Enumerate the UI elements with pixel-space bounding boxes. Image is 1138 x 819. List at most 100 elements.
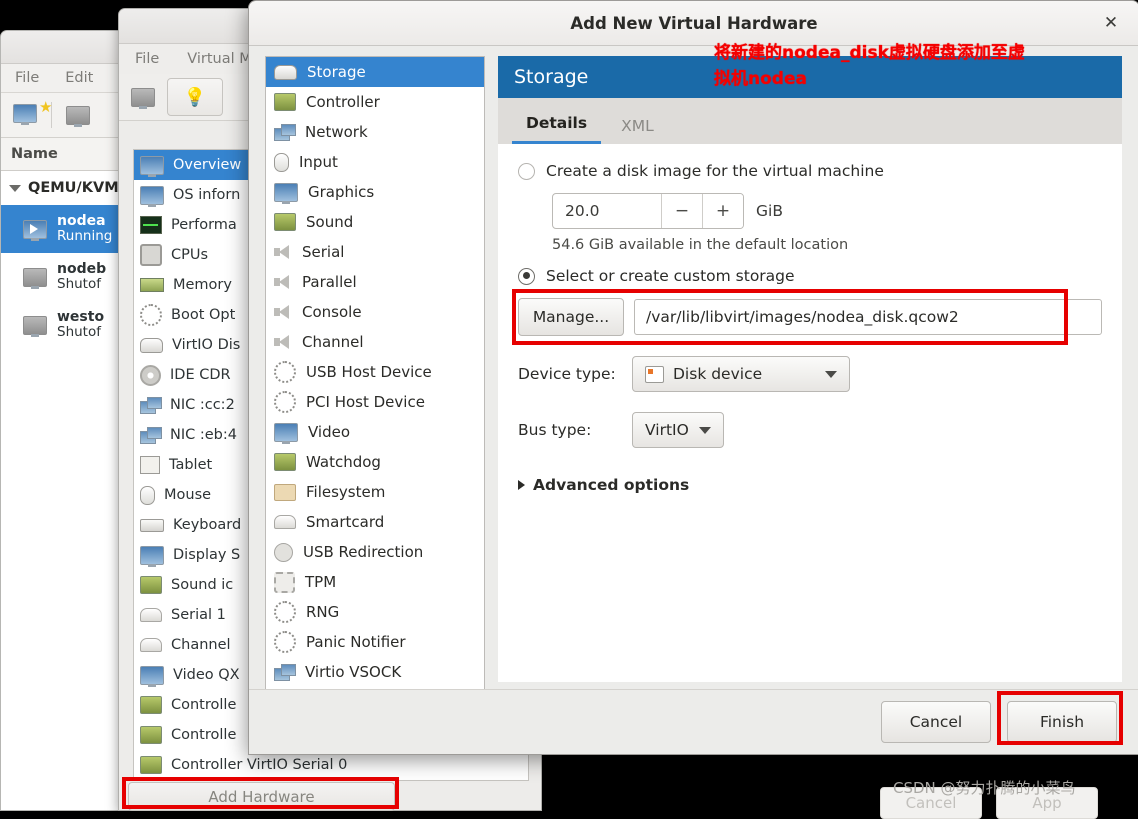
hw-label: Controlle bbox=[171, 697, 237, 713]
smartcard-icon bbox=[274, 515, 296, 529]
overview-icon bbox=[140, 155, 164, 177]
hw-item-label: Channel bbox=[302, 333, 364, 351]
close-icon[interactable]: ✕ bbox=[1101, 13, 1121, 33]
hw-item-smartcard[interactable]: Smartcard bbox=[266, 507, 484, 537]
hw-item-label: Filesystem bbox=[306, 483, 386, 501]
hw-item-watchdog[interactable]: Watchdog bbox=[266, 447, 484, 477]
panic-notifier-icon bbox=[274, 631, 296, 653]
storage-path-row: Manage... /var/lib/libvirt/images/nodea_… bbox=[518, 298, 1102, 336]
show-details-button[interactable]: 💡 bbox=[167, 78, 223, 116]
vm-state: Shutof bbox=[57, 276, 101, 293]
chevron-right-icon bbox=[518, 480, 525, 490]
hw-item-parallel[interactable]: Parallel bbox=[266, 267, 484, 297]
hw-item-storage[interactable]: Storage bbox=[266, 57, 484, 87]
hw-label: Controller VirtIO Serial 0 bbox=[171, 757, 348, 773]
custom-storage-radio-row[interactable]: Select or create custom storage bbox=[518, 267, 1102, 285]
menu-file[interactable]: File bbox=[15, 70, 39, 86]
hw-item-graphics[interactable]: Graphics bbox=[266, 177, 484, 207]
finish-button[interactable]: Finish bbox=[1007, 701, 1117, 743]
hw-label: Display S bbox=[173, 547, 241, 563]
memory-icon bbox=[140, 278, 164, 292]
hardware-type-list[interactable]: Storage Controller Network Input Graphic… bbox=[265, 56, 485, 690]
hw-item-panic-notifier[interactable]: Panic Notifier bbox=[266, 627, 484, 657]
hw-item-input[interactable]: Input bbox=[266, 147, 484, 177]
hw-item-network[interactable]: Network bbox=[266, 117, 484, 147]
storage-path-input[interactable]: /var/lib/libvirt/images/nodea_disk.qcow2 bbox=[634, 299, 1102, 335]
menu-virtual-machine[interactable]: Virtual M bbox=[187, 51, 252, 67]
disk-size-value[interactable]: 20.0 bbox=[553, 194, 661, 228]
tab-bar[interactable]: Details XML bbox=[498, 98, 1122, 145]
expander-triangle-icon[interactable] bbox=[9, 184, 21, 192]
hw-item-pci-host-device[interactable]: PCI Host Device bbox=[266, 387, 484, 417]
annotation-line-2: 拟机nodea bbox=[714, 69, 807, 90]
bus-type-select[interactable]: VirtIO bbox=[632, 412, 724, 448]
hw-item-label: Parallel bbox=[302, 273, 357, 291]
device-type-label: Device type: bbox=[518, 365, 616, 383]
cdrom-icon bbox=[140, 364, 161, 386]
hw-label: VirtIO Dis bbox=[172, 337, 241, 353]
hw-item-controller[interactable]: Controller bbox=[266, 87, 484, 117]
disk-size-row: 20.0 − + GiB bbox=[552, 193, 1102, 229]
tab-xml[interactable]: XML bbox=[607, 117, 668, 144]
device-type-select[interactable]: Disk device bbox=[632, 356, 850, 392]
add-hardware-highlight-box bbox=[122, 777, 399, 809]
vm-group-label: QEMU/KVM bbox=[28, 180, 119, 196]
hw-item-sound[interactable]: Sound bbox=[266, 207, 484, 237]
controller-icon bbox=[140, 756, 162, 774]
controller-icon bbox=[140, 726, 162, 744]
hw-item-tpm[interactable]: TPM bbox=[266, 567, 484, 597]
console-view-icon[interactable] bbox=[131, 87, 155, 109]
lightbulb-icon: 💡 bbox=[183, 86, 207, 108]
hw-item-label: Video bbox=[308, 423, 351, 441]
advanced-options-label: Advanced options bbox=[533, 476, 690, 494]
disk-size-increment-button[interactable]: + bbox=[702, 194, 743, 228]
hw-label: Channel bbox=[171, 637, 231, 653]
hw-item-virtio-vsock[interactable]: Virtio VSOCK bbox=[266, 657, 484, 687]
disk-size-decrement-button[interactable]: − bbox=[661, 194, 702, 228]
disk-size-stepper[interactable]: 20.0 − + bbox=[552, 193, 744, 229]
watchdog-icon bbox=[274, 453, 296, 471]
hw-item-channel[interactable]: Channel bbox=[266, 327, 484, 357]
tablet-icon bbox=[140, 456, 160, 474]
video-icon bbox=[140, 665, 164, 687]
hw-item-label: Smartcard bbox=[306, 513, 385, 531]
display-icon bbox=[140, 545, 164, 567]
menu-edit[interactable]: Edit bbox=[65, 70, 93, 86]
advanced-options-toggle[interactable]: Advanced options bbox=[518, 476, 1102, 494]
hw-item-usb-redirection[interactable]: USB Redirection bbox=[266, 537, 484, 567]
hw-item-label: Sound bbox=[306, 213, 354, 231]
manage-button[interactable]: Manage... bbox=[518, 298, 624, 336]
hw-label: Memory bbox=[173, 277, 232, 293]
vm-state: Running bbox=[57, 228, 113, 245]
disk-size-unit: GiB bbox=[756, 202, 783, 220]
disk-icon bbox=[140, 337, 163, 353]
bus-type-label: Bus type: bbox=[518, 421, 592, 439]
hw-item-console[interactable]: Console bbox=[266, 297, 484, 327]
menu-file[interactable]: File bbox=[135, 51, 159, 67]
open-vm-icon[interactable] bbox=[66, 105, 90, 127]
hw-item-filesystem[interactable]: Filesystem bbox=[266, 477, 484, 507]
bus-type-row: Bus type: VirtIO bbox=[518, 412, 1102, 448]
vm-name: nodea bbox=[57, 212, 106, 229]
vm-state: Shutof bbox=[57, 324, 101, 341]
boot-options-icon bbox=[140, 304, 162, 326]
add-hardware-dialog: Add New Virtual Hardware ✕ Storage Contr… bbox=[248, 0, 1138, 755]
custom-storage-radio[interactable] bbox=[518, 267, 535, 285]
serial-icon bbox=[140, 608, 162, 622]
new-vm-icon[interactable]: ★ bbox=[13, 99, 52, 127]
hw-item-video[interactable]: Video bbox=[266, 417, 484, 447]
disk-device-icon bbox=[645, 365, 664, 383]
hw-item-usb-host-device[interactable]: USB Host Device bbox=[266, 357, 484, 387]
hw-item-rng[interactable]: RNG bbox=[266, 597, 484, 627]
cancel-button[interactable]: Cancel bbox=[881, 701, 991, 743]
controller-icon bbox=[140, 696, 162, 714]
tab-details[interactable]: Details bbox=[512, 114, 602, 144]
input-icon bbox=[274, 152, 289, 172]
create-disk-radio-row[interactable]: Create a disk image for the virtual mach… bbox=[518, 162, 1102, 180]
hw-label: Tablet bbox=[169, 457, 213, 473]
hw-item-label: USB Redirection bbox=[303, 543, 424, 561]
rng-icon bbox=[274, 601, 296, 623]
hw-item-serial[interactable]: Serial bbox=[266, 237, 484, 267]
create-disk-radio[interactable] bbox=[518, 162, 535, 180]
monitor-icon bbox=[23, 315, 47, 337]
